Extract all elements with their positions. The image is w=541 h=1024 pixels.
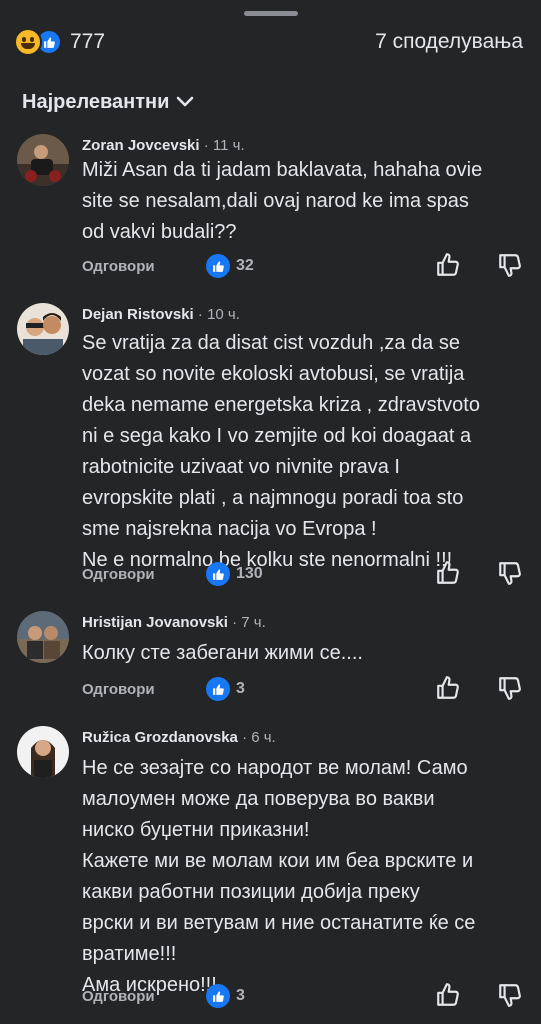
comment: Ružica Grozdanovska · 6 ч. Не се зезајте…	[0, 726, 541, 1024]
reactions-button[interactable]: 777	[14, 28, 105, 56]
thumbs-up-icon[interactable]	[435, 252, 461, 278]
comment-text: Miži Asan da ti jadam baklavata, hahaha …	[82, 155, 523, 248]
comment-time[interactable]: 7 ч.	[241, 614, 266, 631]
comment-author[interactable]: Hristijan Jovanovski	[82, 614, 228, 631]
comment-likes[interactable]: 3	[206, 677, 245, 701]
comment-line: ni e sega kako I vo zemjite od koi doaga…	[82, 425, 472, 447]
comment-line: врски и ви ветувам и ние останатите ќе с…	[82, 912, 476, 934]
comment-line: ниско буџетни приказни!	[82, 819, 310, 841]
comment-line: site se nesalam,dali ovaj narod ke ima s…	[82, 190, 469, 212]
comment-actions: Одговори 130	[82, 560, 523, 590]
comment-line: evropskite plati , a najmnogu poradi toa…	[82, 487, 464, 509]
comment-header: Dejan Ristovski · 10 ч.	[82, 306, 240, 323]
reply-button[interactable]: Одговори	[82, 566, 155, 583]
like-count: 32	[236, 257, 254, 274]
comment-text: Se vratija za da disat cist vozduh ,za d…	[82, 328, 523, 576]
comment-time[interactable]: 6 ч.	[251, 729, 276, 746]
drag-handle[interactable]	[244, 11, 298, 16]
avatar[interactable]	[17, 726, 69, 778]
haha-emoji-icon	[14, 28, 42, 56]
like-icon	[206, 984, 230, 1008]
comment-author[interactable]: Zoran Jovcevski	[82, 137, 200, 154]
thumbs-down-icon[interactable]	[497, 982, 523, 1008]
reaction-count: 777	[70, 30, 106, 53]
comment-line: rabotnicite uzivaat vo nivnite prava I	[82, 456, 400, 478]
comment-header: Ružica Grozdanovska · 6 ч.	[82, 729, 276, 746]
avatar[interactable]	[17, 303, 69, 355]
comment-line: sme najsrekna nacija vo Evropa !	[82, 518, 377, 540]
comment-author[interactable]: Dejan Ristovski	[82, 306, 194, 323]
reply-button[interactable]: Одговори	[82, 988, 155, 1005]
comment-line: вратиме!!!	[82, 943, 177, 965]
like-count: 3	[236, 680, 245, 697]
comment-time[interactable]: 11 ч.	[213, 137, 245, 154]
comment-line: какви работни позиции добија преку	[82, 881, 420, 903]
avatar[interactable]	[17, 611, 69, 663]
comment-line: малоумен може да поверува во вакви	[82, 788, 435, 810]
comment: Dejan Ristovski · 10 ч. Se vratija za da…	[0, 303, 541, 593]
comment-actions: Одговори 3	[82, 675, 523, 705]
like-count: 130	[236, 565, 263, 582]
comment-actions: Одговори 32	[82, 252, 523, 282]
comment-likes[interactable]: 32	[206, 254, 254, 278]
thumbs-down-icon[interactable]	[497, 560, 523, 586]
like-icon	[206, 562, 230, 586]
comment-text: Не се зезајте со народот ве молам! Само …	[82, 753, 523, 1001]
comment-text: Колку сте забегани жими се....	[82, 638, 523, 669]
comment: Hristijan Jovanovski · 7 ч. Колку сте за…	[0, 611, 541, 711]
reply-button[interactable]: Одговори	[82, 681, 155, 698]
like-count: 3	[236, 987, 245, 1004]
sort-dropdown[interactable]: Најрелевантни	[22, 88, 195, 116]
comment-author[interactable]: Ružica Grozdanovska	[82, 729, 238, 746]
comment-time[interactable]: 10 ч.	[207, 306, 240, 323]
shares-count[interactable]: 7 споделувања	[375, 30, 523, 54]
comment-line: deka nemame energetska kriza , zdravstvo…	[82, 394, 480, 416]
thumbs-down-icon[interactable]	[497, 252, 523, 278]
comment-line: Se vratija za da disat cist vozduh ,za d…	[82, 332, 460, 354]
comment-header: Zoran Jovcevski · 11 ч.	[82, 137, 245, 154]
comment-line: od vakvi budali??	[82, 221, 237, 243]
thumbs-up-icon[interactable]	[435, 560, 461, 586]
comment-line: Miži Asan da ti jadam baklavata, hahaha …	[82, 159, 483, 181]
like-icon	[206, 254, 230, 278]
comment: Zoran Jovcevski · 11 ч. Miži Asan da ti …	[0, 134, 541, 284]
comment-line: Колку сте забегани жими се....	[82, 642, 363, 664]
sort-label: Најрелевантни	[22, 90, 170, 113]
comment-line: vozat so novite ekoloski avtobusi, se vr…	[82, 363, 465, 385]
reactions-summary: 777 7 споделувања	[14, 26, 523, 58]
comment-likes[interactable]: 3	[206, 984, 245, 1008]
thumbs-up-icon[interactable]	[435, 982, 461, 1008]
thumbs-up-icon[interactable]	[435, 675, 461, 701]
avatar[interactable]	[17, 134, 69, 186]
chevron-down-icon	[177, 96, 194, 107]
like-icon	[206, 677, 230, 701]
thumbs-down-icon[interactable]	[497, 675, 523, 701]
reply-button[interactable]: Одговори	[82, 258, 155, 275]
comment-actions: Одговори 3	[82, 982, 523, 1012]
comment-line: Кажете ми ве молам кои им беа врските и	[82, 850, 474, 872]
comment-line: Не се зезајте со народот ве молам! Само	[82, 757, 468, 779]
comment-likes[interactable]: 130	[206, 562, 263, 586]
comment-header: Hristijan Jovanovski · 7 ч.	[82, 614, 266, 631]
